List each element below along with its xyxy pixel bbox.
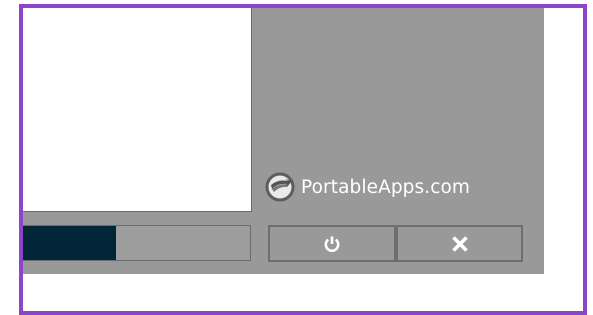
portableapps-brand[interactable]: PortableApps.com <box>265 172 470 202</box>
power-icon <box>324 236 340 252</box>
drive-space-bar <box>23 225 251 261</box>
close-button[interactable] <box>396 225 523 262</box>
brand-name: PortableApps.com <box>301 176 471 198</box>
power-button[interactable] <box>268 225 396 262</box>
app-list-pane[interactable] <box>23 8 252 212</box>
portableapps-menu: PortableApps.com <box>23 8 544 274</box>
drive-space-fill <box>23 226 117 260</box>
close-icon <box>451 235 468 252</box>
portableapps-logo-icon <box>265 172 295 202</box>
